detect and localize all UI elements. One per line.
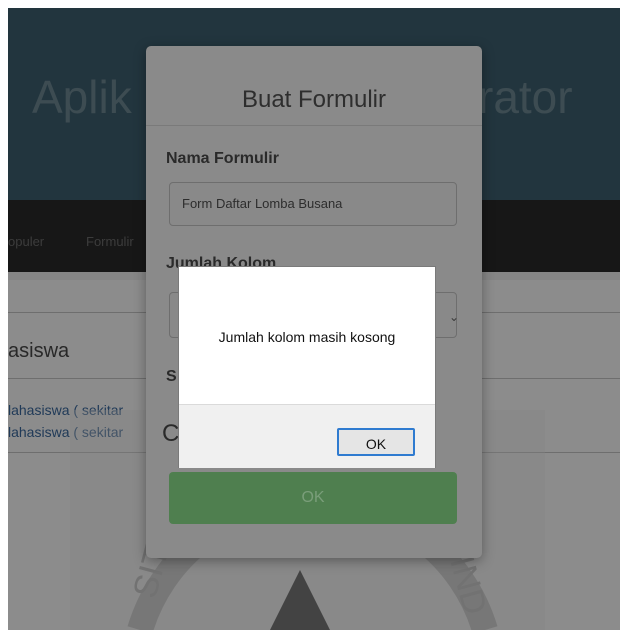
alert-dialog: Jumlah kolom masih kosong OK — [178, 266, 436, 468]
radio-label-partial: C — [162, 420, 180, 447]
form-name-label: Nama Formulir — [166, 150, 279, 167]
form-name-input[interactable]: Form Daftar Lomba Busana — [169, 182, 457, 226]
chevron-down-icon: ⌄ — [449, 310, 460, 324]
modal-ok-button[interactable]: OK — [169, 472, 457, 524]
alert-message: Jumlah kolom masih kosong — [218, 329, 396, 345]
alert-ok-button[interactable]: OK — [337, 428, 415, 456]
modal-title: Buat Formulir — [241, 86, 387, 113]
field-label-partial: S — [166, 368, 177, 385]
modal-header-divider — [146, 125, 482, 126]
